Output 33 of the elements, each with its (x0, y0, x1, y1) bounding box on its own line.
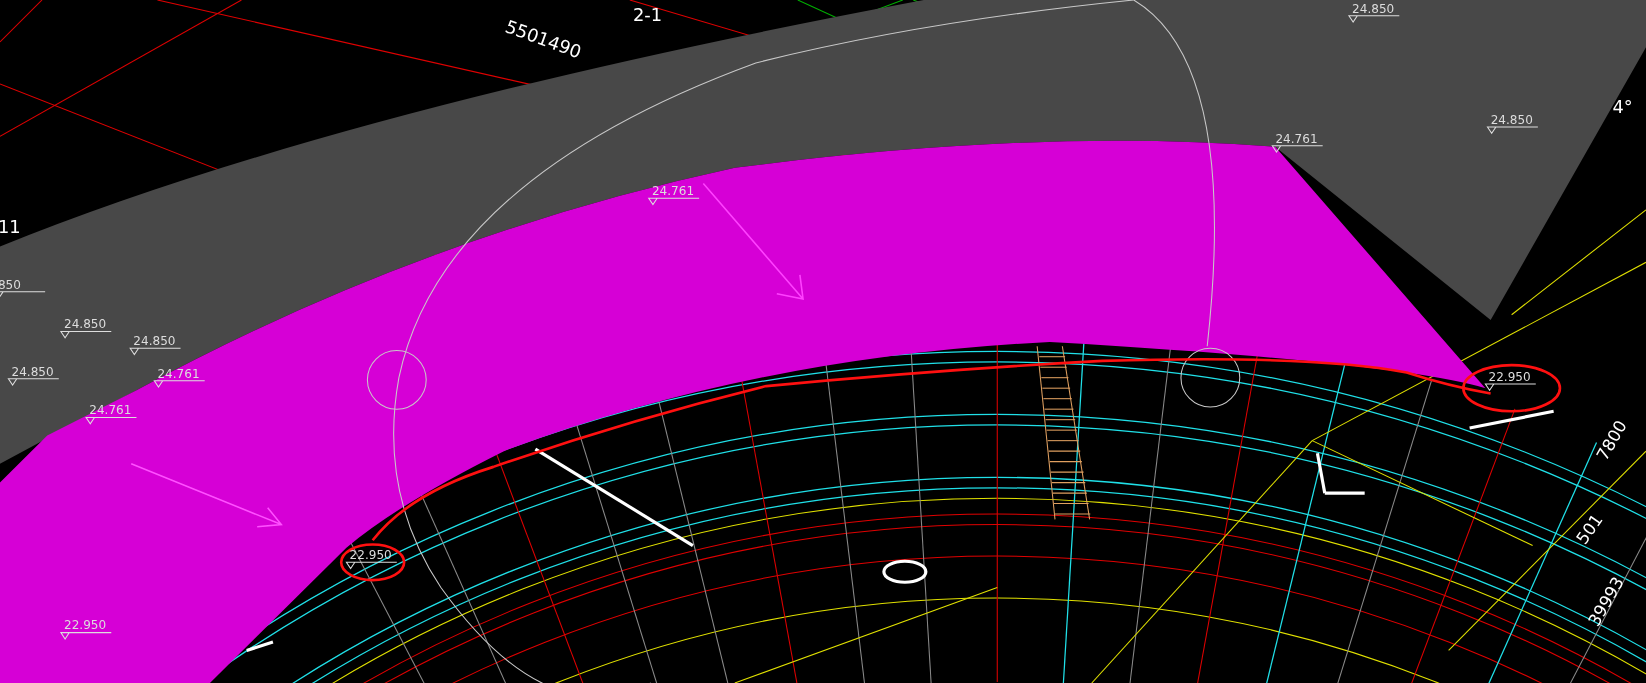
elevation-marker-icon (1271, 145, 1324, 153)
slope-arrow-icon (130, 462, 283, 528)
elevation-label: 24.850 (64, 317, 107, 332)
elevation-label: 24.850 (11, 364, 54, 379)
slope-arrow-icon (702, 182, 804, 300)
elevation-marker-icon (0, 291, 46, 299)
elevation-label: 24.850 (1352, 1, 1395, 16)
markup-circle (339, 543, 406, 582)
axis-label: 2-1 (633, 4, 663, 25)
elevation-marker-icon (85, 417, 137, 425)
elevation-label: 24.761 (1275, 131, 1318, 146)
elevation-marker-icon (60, 331, 112, 339)
elevation-marker-icon (60, 632, 112, 640)
elevation-label: 24.850 (133, 334, 176, 349)
elevation-label: 24.850 (1490, 112, 1533, 127)
elevation-label: 24.761 (89, 403, 132, 418)
elevation-marker-icon (1486, 126, 1539, 134)
angle-label: 4° (1612, 96, 1633, 118)
elevation-marker-icon (129, 347, 182, 356)
elevation-marker-icon (153, 380, 206, 388)
elevation-label: 24.761 (651, 184, 695, 199)
elevation-marker-icon (1484, 383, 1537, 391)
elevation-marker-icon (648, 197, 700, 206)
elevation-label: 22.950 (349, 548, 392, 563)
dimension-label: 501 (1572, 510, 1607, 548)
elevation-marker-icon (1348, 15, 1400, 23)
column-circle (366, 349, 427, 410)
elevation-label: 22.950 (1488, 369, 1531, 384)
elevation-marker-icon (345, 561, 398, 570)
column-circle (1180, 347, 1241, 408)
elevation-marker-icon (7, 378, 60, 386)
elevation-label: 22.950 (64, 618, 107, 633)
axis-label: 11 (0, 215, 21, 237)
